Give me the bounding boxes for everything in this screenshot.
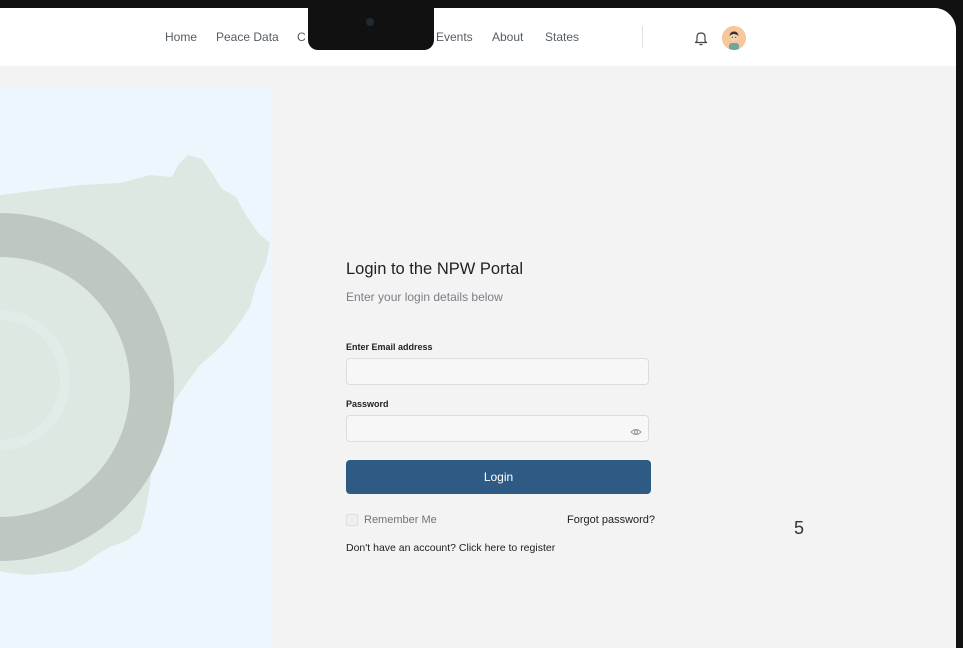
camera-icon [366, 18, 374, 26]
page-number: 5 [794, 518, 805, 538]
checkbox-box[interactable] [346, 514, 358, 526]
device-bezel: Home Peace Data C Events About States Lo… [0, 0, 963, 648]
camera-notch [308, 8, 434, 50]
forgot-password-link[interactable]: Forgot password? [567, 514, 655, 526]
nav-divider [642, 26, 643, 48]
map-outline-icon [0, 155, 270, 575]
register-link[interactable]: Don't have an account? Click here to reg… [346, 542, 555, 554]
nav-about[interactable]: About [492, 30, 523, 44]
nav-partial-item[interactable]: C [297, 30, 306, 44]
user-avatar[interactable] [722, 26, 746, 50]
login-button[interactable]: Login [346, 460, 651, 494]
password-input[interactable] [346, 415, 649, 442]
nav-events[interactable]: Events [436, 30, 473, 44]
email-input[interactable] [346, 358, 649, 385]
nav-home[interactable]: Home [165, 30, 197, 44]
top-nav-bar: Home Peace Data C Events About States [0, 8, 956, 66]
password-label: Password [346, 399, 389, 409]
map-illustration-panel [0, 85, 272, 648]
nav-states[interactable]: States [545, 30, 579, 44]
login-subtitle: Enter your login details below [346, 290, 503, 304]
eye-icon[interactable] [630, 424, 642, 435]
remember-me-checkbox[interactable]: Remember Me [346, 514, 437, 526]
email-label: Enter Email address [346, 342, 433, 352]
screen: Home Peace Data C Events About States Lo… [0, 8, 956, 648]
nav-peace-data[interactable]: Peace Data [216, 30, 279, 44]
bell-icon[interactable] [694, 30, 708, 46]
remember-me-label: Remember Me [364, 514, 437, 526]
login-title: Login to the NPW Portal [346, 260, 524, 278]
